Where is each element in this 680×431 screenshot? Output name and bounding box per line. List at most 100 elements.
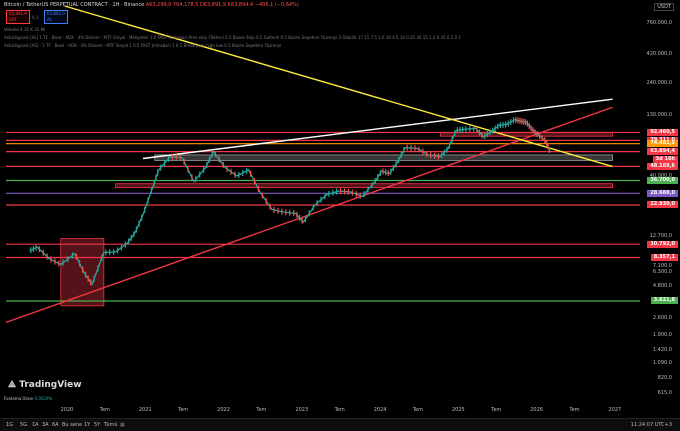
level-price-label: 3.621,8 [650,297,678,305]
y-tick-label: 12.700,0 [649,232,672,239]
tf-3a[interactable]: 3A [42,422,49,428]
candle-35-0 [390,168,392,175]
candle-27-2 [312,204,314,211]
candle-53-1 [541,135,543,142]
candle-40-1 [443,149,445,156]
candle-41-0 [448,142,451,149]
candle-49-1 [517,117,519,124]
sell-label: SAT [9,17,17,22]
candle-7-2 [101,254,103,261]
tf-5g[interactable]: 5G [20,422,27,428]
candle-16-1 [187,166,189,173]
candle-50-1 [523,118,525,125]
candle-9-1 [120,244,123,251]
candle-32-0 [363,191,365,198]
level-price-label: 28.688,0 [647,189,678,197]
candle-44-0 [476,126,478,133]
price-chart[interactable] [0,0,680,430]
level-price-label: 22.930,0 [647,201,678,209]
candle-10-1 [130,234,132,241]
candle-35-2 [395,161,397,168]
candle-53-0 [538,133,541,140]
candle-50-0 [521,118,523,125]
candle-29-2 [336,188,338,195]
x-tick-label: 2027 [608,407,622,413]
indicator-volume[interactable]: Volume 4.35 K 31 Mr [4,27,46,32]
tf-5y[interactable]: 5Y [94,422,100,428]
buy-label: AL [47,17,52,22]
price-axis[interactable] [640,0,680,400]
candle-12-2 [150,187,153,194]
candle-17-1 [199,171,201,178]
ohlc-readout: A63,299,0 Y64,178,5 D63,891,9 K63,894,4 … [145,2,299,8]
candle-27-1 [308,210,310,217]
tf-all[interactable]: Tümü [104,422,118,428]
x-tick-label: 2022 [217,407,230,413]
candle-47-1 [502,121,504,128]
candle-29-1 [332,189,334,196]
candle-6-2 [90,279,92,286]
calendar-icon[interactable]: ▦ [120,422,125,428]
candle-51-1 [528,122,530,129]
tf-1a[interactable]: 1A [32,422,39,428]
candle-20-0 [226,165,228,173]
candle-38-1 [422,148,424,155]
candle-39-1 [433,152,436,159]
candle-10-2 [133,231,135,238]
candle-54-1 [547,143,549,150]
candle-34-0 [382,168,384,175]
funding-rate: Fonlama Oranı 0,0029% [4,396,52,401]
candle-31-1 [355,191,357,198]
y-tick-label: 420.000,0 [646,50,672,57]
candle-18-2 [211,151,213,158]
tf-6a[interactable]: 6A [52,422,59,428]
candle-30-0 [340,188,342,195]
tf-1y[interactable]: 1Y [84,422,90,428]
candle-54-0 [546,139,548,147]
candle-9-0 [116,247,119,254]
tf-ytd[interactable]: Bu sene [62,422,82,428]
sell-button[interactable]: 63,891,9 SAT [6,10,30,24]
candle-18-1 [208,156,211,163]
candle-26-2 [301,217,303,224]
buy-price: 63,892,0 [47,11,65,16]
candle-21-0 [238,171,240,179]
funding-value: 0,0029% [34,396,53,401]
buy-button[interactable]: 63,892,0 AL [44,10,68,24]
chart-background [0,0,680,430]
candle-43-1 [469,125,471,132]
candle-21-1 [242,169,244,176]
currency-label[interactable]: USDT [654,3,674,11]
tf-1g[interactable]: 1G [6,422,13,428]
candle-37-0 [406,144,408,151]
x-tick-label: 2026 [530,407,543,413]
y-tick-label: 760.000,0 [646,19,672,26]
symbol-header: Bitcoin / TetherUS PERPETUAL CONTRACT · … [4,2,299,8]
y-tick-label: 820,0 [657,375,672,382]
candle-22-2 [257,185,260,192]
x-tick-label: 2021 [138,407,152,413]
candle-23-0 [261,192,263,199]
candle-24-2 [281,208,283,215]
candle-43-2 [473,125,475,132]
brand-name: TradingView [19,380,82,390]
candle-11-0 [135,226,138,233]
candle-25-0 [285,209,287,216]
candle-15-1 [175,154,177,161]
y-tick-label: 1.900,0 [652,331,672,338]
y-tick-label: 615,0 [657,390,672,397]
candle-28-2 [324,193,326,200]
candle-15-0 [171,153,173,160]
indicator-astro-as[interactable]: AstroSignals [AS] · 1 TF · Base · ADX · … [4,43,281,48]
candle-14-1 [163,160,166,167]
indicator-astro-al[interactable]: AstroSignals [AL] 1 TF · Base · ADX · 4%… [4,35,461,40]
candle-33-1 [377,173,379,181]
x-tick-label: Tem [99,407,110,413]
candle-26-0 [296,211,298,218]
candle-34-1 [385,169,387,176]
candle-4-2 [71,252,74,259]
candle-13-2 [157,169,159,176]
candle-52-0 [532,127,534,134]
candle-48-2 [512,117,515,124]
candle-33-0 [374,177,376,185]
